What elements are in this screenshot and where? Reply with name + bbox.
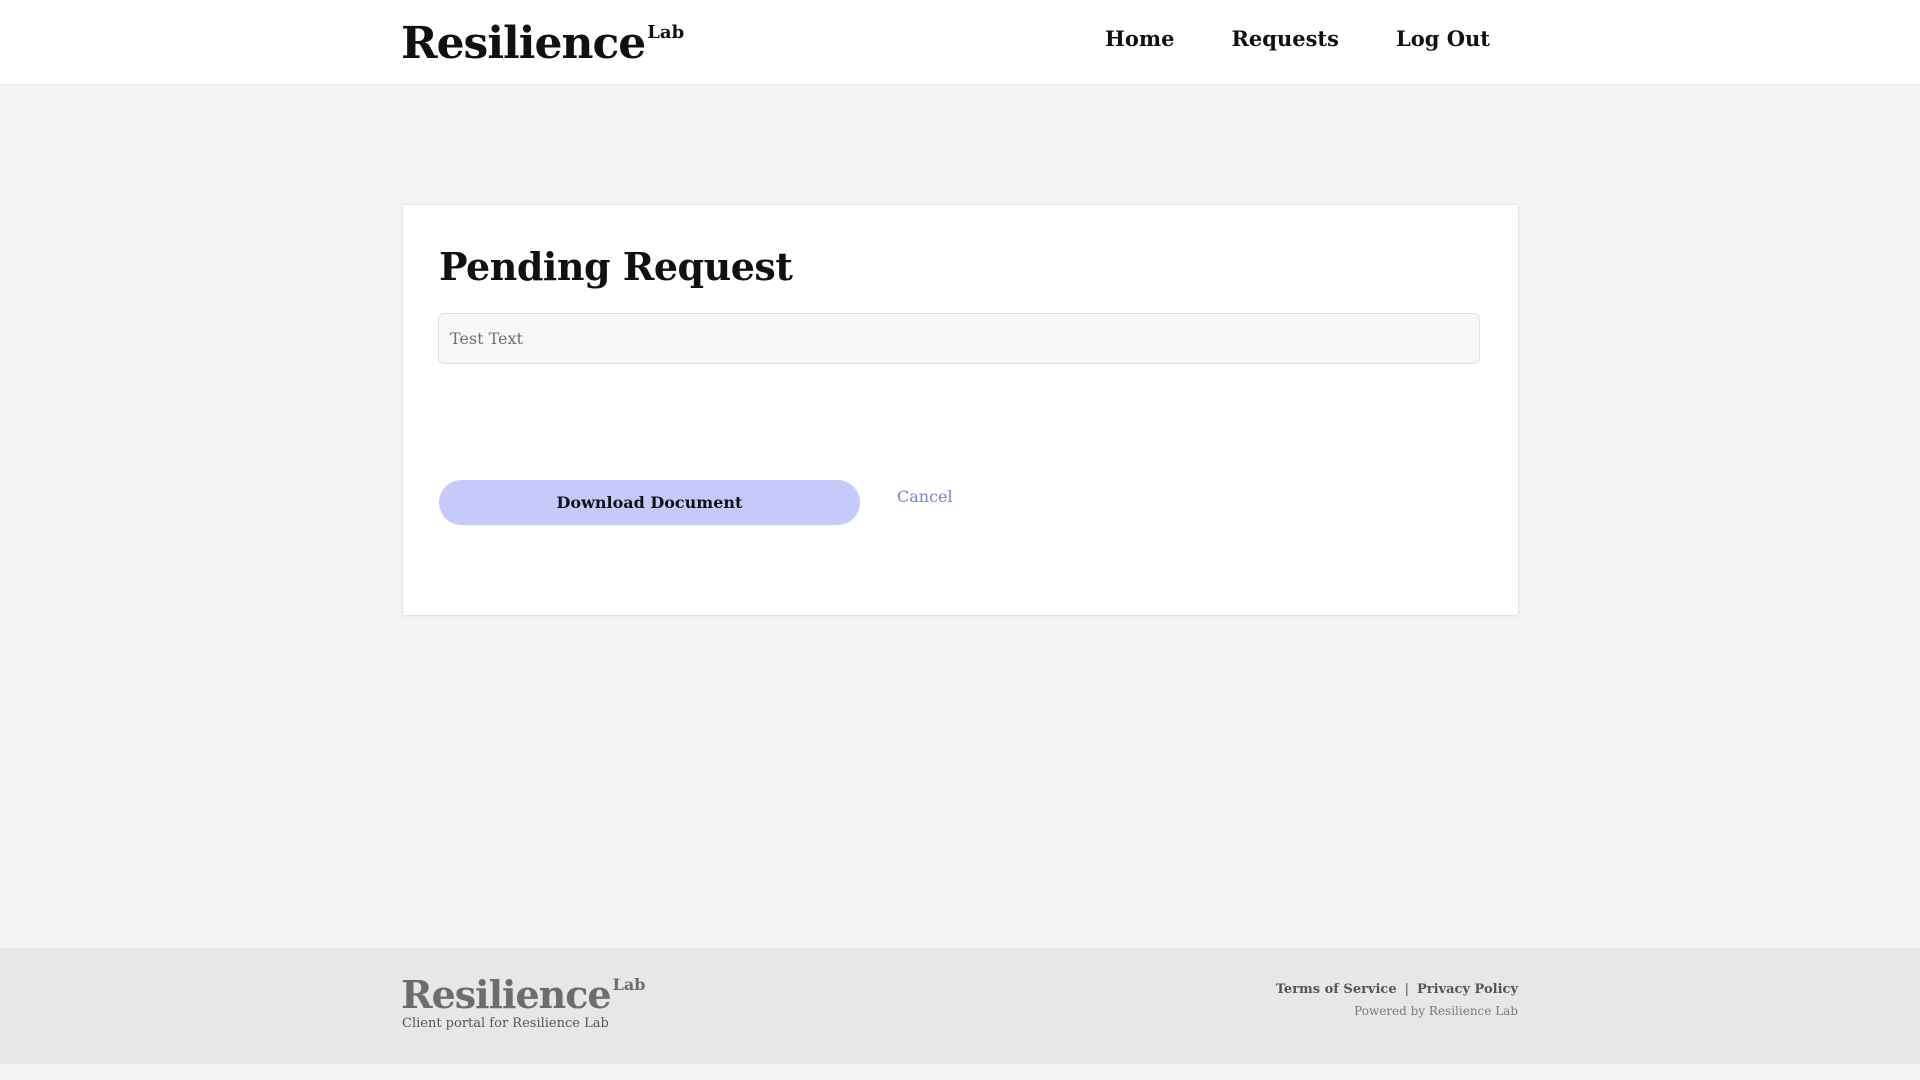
nav-logout-link[interactable]: Log Out <box>1396 24 1490 54</box>
brand-superscript: Lab <box>647 22 685 43</box>
footer-tagline: Client portal for Resilience Lab <box>402 1016 609 1031</box>
top-navigation-bar: Resilience Lab Home Requests Log Out <box>0 0 1920 84</box>
footer-brand-name: Resilience <box>401 972 612 1017</box>
page-footer: Resilience Lab Client portal for Resilie… <box>0 948 1920 1064</box>
main-nav: Home Requests Log Out <box>1105 24 1490 54</box>
privacy-policy-link[interactable]: Privacy Policy <box>1417 982 1518 997</box>
nav-home-link[interactable]: Home <box>1105 24 1174 54</box>
request-text-field[interactable]: Test Text <box>438 313 1480 364</box>
footer-link-separator: | <box>1404 982 1410 997</box>
nav-requests-link[interactable]: Requests <box>1231 24 1338 54</box>
footer-brand-logo: Resilience Lab <box>401 974 645 1016</box>
brand-logo[interactable]: Resilience Lab <box>401 18 684 70</box>
terms-of-service-link[interactable]: Terms of Service <box>1276 982 1397 997</box>
footer-links: Terms of Service | Privacy Policy <box>1276 982 1518 997</box>
page-title: Pending Request <box>439 244 793 289</box>
powered-by-text: Powered by Resilience Lab <box>1354 1004 1518 1018</box>
cancel-link[interactable]: Cancel <box>897 487 953 506</box>
pending-request-card: Pending Request Test Text Download Docum… <box>402 204 1519 616</box>
brand-name: Resilience <box>401 18 646 69</box>
footer-brand-superscript: Lab <box>612 975 646 994</box>
download-document-button[interactable]: Download Document <box>439 480 860 525</box>
